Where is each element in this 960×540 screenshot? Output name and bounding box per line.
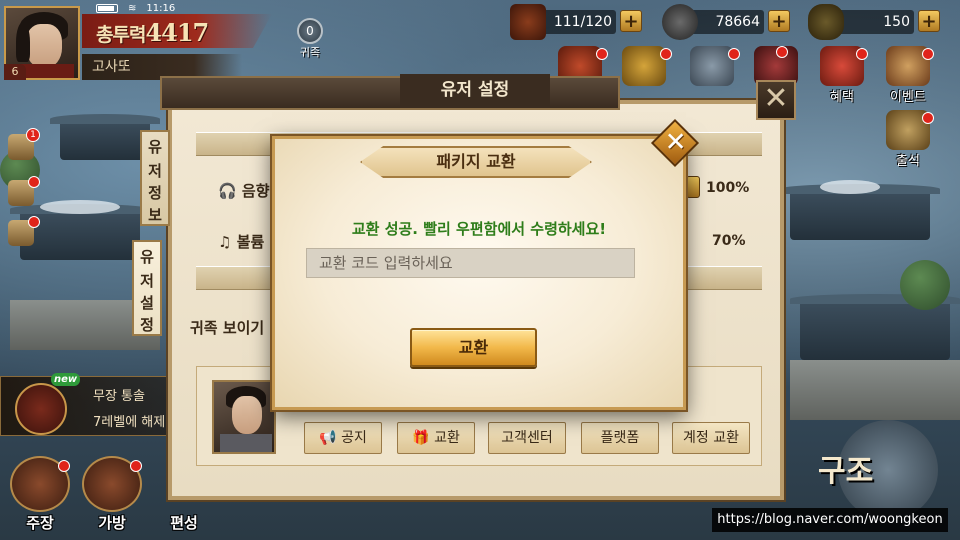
exchange-button-open[interactable]: 🎁 교환 (397, 422, 475, 454)
tab-char: 유 (148, 138, 162, 156)
volume-value: 70% (712, 233, 746, 249)
watermark-url: https://blog.naver.com/woongkeon (712, 508, 948, 532)
notice-label: 공지 (341, 430, 367, 446)
power-value: 4417 (145, 18, 209, 47)
headphones-icon: 🎧 (218, 182, 237, 200)
nav-bag[interactable]: 가방 (76, 456, 148, 536)
customer-center-button[interactable]: 고객센터 (488, 422, 566, 454)
tab-user-settings[interactable]: 유 저 설 정 (132, 240, 162, 336)
new-badge: new (51, 373, 81, 386)
menu-attendance[interactable]: 출석 (884, 110, 934, 169)
tab-user-info[interactable]: 유 저 정 보 (140, 130, 170, 226)
sound-label: 음향 (241, 182, 270, 200)
account-avatar (212, 380, 276, 454)
notification-dot (922, 48, 934, 60)
exchange-code-input[interactable] (306, 248, 635, 278)
resource-stamina: 111/120 + (510, 4, 642, 40)
attendance-label: 출석 (896, 154, 920, 169)
silver-coin-icon (662, 4, 698, 40)
quest-tracker[interactable]: new 무장 통솔 7레벨에 해제 (0, 373, 168, 436)
nav-general[interactable]: 주장 (4, 456, 76, 536)
add-gold-button[interactable]: + (918, 10, 940, 32)
account-switch-button[interactable]: 계정 교환 (672, 422, 750, 454)
right-feature-label: 구조 (818, 454, 874, 489)
sound-setting: 🎧 음향 (218, 180, 270, 201)
close-icon: ✕ (664, 127, 687, 158)
quest-desc: 7레벨에 해제 (93, 415, 166, 430)
quest-title: 무장 통솔 (93, 389, 145, 404)
benefits-label: 혜택 (830, 90, 854, 105)
notification-dot (776, 46, 788, 58)
stamina-icon (510, 4, 546, 40)
gift-icon: 🎁 (412, 430, 430, 446)
noble-button[interactable]: 0 귀족 (288, 18, 332, 59)
music-note-icon: ♫ (218, 233, 232, 251)
tab-char: 저 (140, 272, 154, 290)
resource-silver: 78664 + (662, 4, 790, 40)
total-power: 총투력4417 (96, 18, 209, 47)
battery-icon (96, 3, 118, 13)
notification-dot (922, 112, 934, 124)
nav-bag-label: 가방 (98, 514, 126, 532)
tab-char: 보 (148, 206, 162, 224)
add-silver-button[interactable]: + (768, 10, 790, 32)
menu-treasure[interactable] (688, 46, 740, 98)
player-level: 6 (4, 64, 26, 80)
nav-formation-label: 편성 (170, 514, 198, 532)
sound-value: 100% (706, 180, 750, 196)
gold-ingot-icon (808, 4, 844, 40)
megaphone-icon: 📢 (319, 430, 337, 446)
nav-general-label: 주장 (26, 514, 54, 532)
menu-dragon[interactable] (620, 46, 672, 98)
noble-label: 귀족 (299, 46, 321, 59)
exchange-success-message: 교환 성공. 빨리 우편함에서 수령하세요! (351, 220, 607, 238)
show-noble-label: 귀족 보이기 (190, 319, 265, 337)
customer-center-label: 고객센터 (501, 430, 553, 446)
settings-header-bar (160, 76, 620, 110)
notification-dot (28, 176, 40, 188)
side-scroll-button[interactable]: 1 (8, 128, 40, 160)
notification-dot (130, 460, 142, 472)
volume-label: 볼륨 (236, 233, 265, 251)
tab-char: 정 (148, 184, 162, 202)
notification-dot (58, 460, 70, 472)
notification-dot (28, 216, 40, 228)
gold-value: 150 (883, 14, 910, 30)
silver-value: 78664 (715, 14, 760, 30)
tab-char: 저 (148, 162, 162, 180)
platform-label: 플랫폼 (600, 430, 640, 446)
stamina-value: 111/120 (553, 14, 612, 30)
volume-setting: ♫ 볼륨 (218, 231, 264, 252)
notification-dot (856, 48, 868, 60)
wifi-icon: ≋ (128, 2, 137, 14)
platform-button[interactable]: 플랫폼 (581, 422, 659, 454)
side-soldier-button[interactable] (8, 176, 40, 206)
quest-icon (15, 383, 67, 435)
event-label: 이벤트 (890, 90, 926, 105)
settings-close-button[interactable]: ✕ (756, 80, 796, 120)
tab-char: 설 (140, 294, 154, 312)
resource-gold: 150 + (808, 4, 940, 40)
tab-char: 유 (140, 248, 154, 266)
device-status-bar: ≋ 11:16 (96, 1, 175, 15)
power-label: 총투력 (96, 24, 146, 46)
clock: 11:16 (146, 2, 176, 14)
side-chat-button[interactable] (8, 216, 40, 246)
notification-dot (728, 48, 740, 60)
add-stamina-button[interactable]: + (620, 10, 642, 32)
exchange-submit-button[interactable]: 교환 (410, 328, 537, 367)
notification-dot (596, 48, 608, 60)
modal-title: 패키지 교환 (360, 146, 592, 178)
account-switch-label: 계정 교환 (683, 430, 739, 446)
settings-title: 유저 설정 (400, 74, 550, 108)
notification-badge: 1 (26, 128, 40, 142)
notification-dot (660, 48, 672, 60)
exchange-open-label: 교환 (434, 430, 460, 446)
menu-benefits[interactable]: 혜택 (818, 46, 868, 105)
notice-button[interactable]: 📢 공지 (304, 422, 382, 454)
noble-rank-badge: 0 (297, 18, 323, 44)
menu-event[interactable]: 이벤트 (884, 46, 934, 105)
sound-slider-knob[interactable] (686, 176, 700, 198)
tab-char: 정 (140, 316, 154, 334)
